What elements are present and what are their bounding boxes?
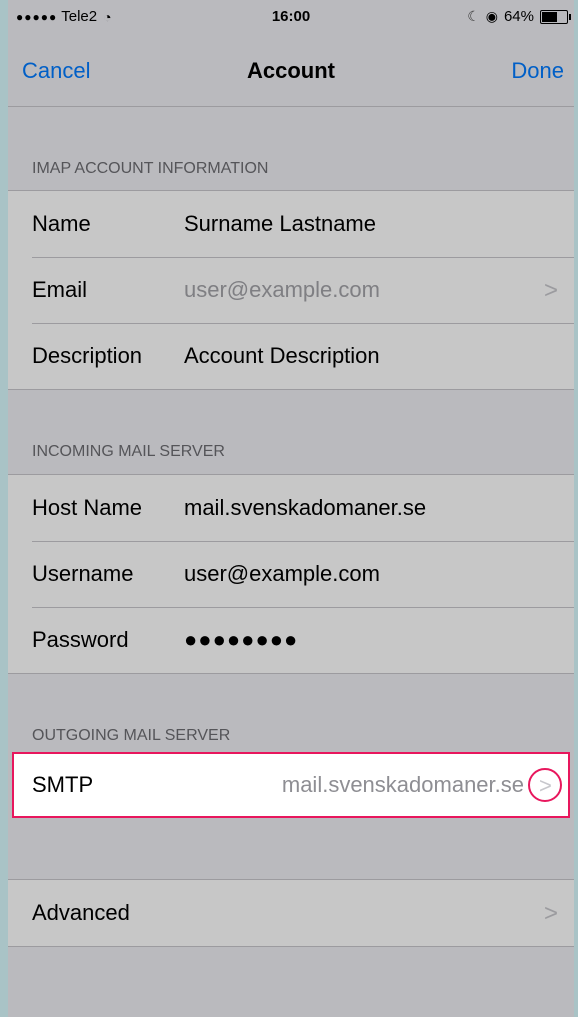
username-label: Username [32, 561, 134, 586]
name-label: Name [32, 211, 91, 236]
username-row[interactable]: Username user@example.com [8, 541, 574, 607]
battery-fill [542, 11, 557, 22]
smtp-row[interactable]: SMTP mail.svenskadomaner.se > [12, 752, 570, 818]
advanced-label: Advanced [32, 900, 130, 925]
email-row[interactable]: Email user@example.com > [8, 257, 574, 323]
chevron-right-icon: > [543, 900, 558, 927]
smtp-server-value: mail.svenskadomaner.se [281, 772, 524, 797]
section-header-imap: IMAP ACCOUNT INFORMATION [32, 160, 269, 177]
email-label: Email [32, 277, 88, 302]
section-header-incoming: INCOMING MAIL SERVER [32, 443, 225, 460]
password-label: Password [32, 627, 129, 652]
phone-screen: ●●●●● Tele2 ︎◔ 16:00 ☾ ◉ 64% Cancel Acco… [8, 0, 574, 1017]
advanced-group: Advanced > [8, 879, 574, 947]
moon-icon: ☾ [467, 8, 480, 24]
highlight-circle[interactable]: > [528, 768, 562, 802]
name-field[interactable]: Surname Lastname [184, 211, 376, 237]
smtp-label: SMTP [32, 772, 94, 797]
chevron-right-icon: > [539, 773, 552, 798]
description-row[interactable]: Description Account Description [8, 323, 574, 389]
incoming-group: Host Name mail.svenskadomaner.se Usernam… [8, 474, 574, 674]
description-field[interactable]: Account Description [184, 343, 380, 369]
email-field[interactable]: user@example.com [184, 277, 380, 303]
battery-icon [540, 9, 571, 24]
status-right: ☾ ◉ 64% [467, 8, 571, 25]
chevron-right-icon: > [543, 277, 558, 304]
lock-rotation-icon: ◉ [485, 8, 498, 24]
name-row[interactable]: Name Surname Lastname [8, 191, 574, 257]
username-field[interactable]: user@example.com [184, 561, 380, 587]
advanced-row[interactable]: Advanced > [8, 880, 574, 946]
password-row[interactable]: Password ●●●●●●●● [8, 607, 574, 673]
hostname-field[interactable]: mail.svenskadomaner.se [184, 495, 426, 521]
section-header-outgoing: OUTGOING MAIL SERVER [32, 727, 231, 744]
hostname-label: Host Name [32, 495, 143, 520]
password-field[interactable]: ●●●●●●●● [184, 627, 298, 653]
hostname-row[interactable]: Host Name mail.svenskadomaner.se [8, 475, 574, 541]
imap-group: Name Surname Lastname Email user@example… [8, 190, 574, 390]
status-bar: ●●●●● Tele2 ︎◔ 16:00 ☾ ◉ 64% [8, 0, 574, 38]
done-button[interactable]: Done [511, 58, 564, 84]
description-label: Description [32, 343, 143, 368]
battery-percent: 64% [503, 8, 534, 25]
navigation-bar: Cancel Account Done [8, 38, 574, 107]
page-title: Account [247, 58, 335, 83]
